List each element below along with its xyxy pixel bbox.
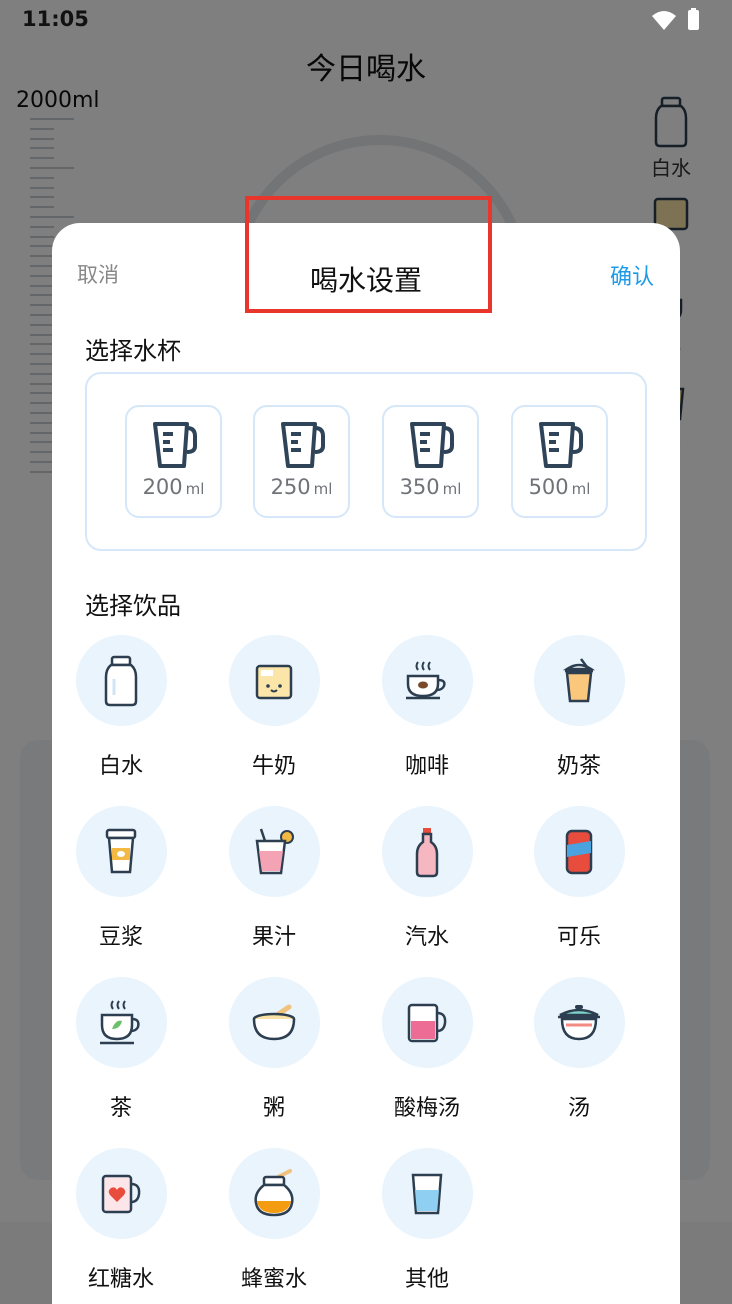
drink-icon-circle — [533, 635, 625, 726]
cup-amount: 250 ml — [255, 475, 348, 499]
drink-icon-circle — [381, 635, 473, 726]
drink-icon-circle — [381, 977, 473, 1068]
drink-name: 其他 — [404, 1267, 449, 1292]
measuring-cup-icon — [152, 422, 197, 468]
drink-option-brown-sugar-water[interactable]: 红糖水 — [56, 1148, 186, 1298]
drink-name: 奶茶 — [556, 754, 601, 779]
drink-option-soda[interactable]: 汽水 — [362, 806, 492, 956]
cup-amount-value: 500 — [528, 475, 569, 499]
title-highlight-box — [245, 196, 492, 313]
cancel-button[interactable]: 取消 — [77, 259, 119, 289]
cup-amount-value: 200 — [142, 475, 183, 499]
drink-name: 可乐 — [556, 925, 601, 950]
cup-option-500[interactable]: 500 ml — [511, 405, 608, 518]
drink-option-milk-tea[interactable]: 奶茶 — [514, 635, 644, 785]
status-bar: 11:05 — [0, 0, 732, 40]
drink-option-porridge[interactable]: 粥 — [209, 977, 339, 1127]
drink-icon-circle — [75, 806, 167, 897]
glass-icon — [411, 1173, 443, 1214]
cup-amount: 350 ml — [384, 475, 477, 499]
measuring-cup-icon — [280, 422, 325, 468]
drink-name: 汽水 — [404, 925, 449, 950]
measuring-cup-icon — [538, 422, 583, 468]
soda-bottle-icon — [415, 827, 439, 877]
coffee-cup-icon — [406, 660, 446, 699]
wifi-icon — [652, 11, 676, 30]
porridge-bowl-icon — [252, 1004, 296, 1040]
drink-option-cola[interactable]: 可乐 — [514, 806, 644, 956]
heart-mug-icon — [101, 1174, 141, 1213]
drink-name: 粥 — [262, 1096, 285, 1121]
drink-icon-circle — [381, 1148, 473, 1239]
drink-option-honey-water[interactable]: 蜂蜜水 — [209, 1148, 339, 1298]
plum-drink-mug-icon — [407, 1003, 447, 1042]
drink-name: 白水 — [98, 754, 143, 779]
cup-selector: 200 ml 250 ml 350 ml 500 ml — [85, 372, 647, 551]
cup-option-200[interactable]: 200 ml — [125, 405, 222, 518]
drink-option-juice[interactable]: 果汁 — [209, 806, 339, 956]
drink-option-milk[interactable]: 牛奶 — [209, 635, 339, 785]
drink-icon-circle — [75, 1148, 167, 1239]
soy-milk-cup-icon — [105, 828, 137, 873]
water-bottle-icon — [104, 655, 138, 706]
drink-name: 咖啡 — [404, 754, 449, 779]
drink-section-title: 选择饮品 — [85, 592, 181, 620]
drink-icon-circle — [533, 977, 625, 1068]
drink-icon-circle — [228, 977, 320, 1068]
honey-jar-icon — [254, 1168, 294, 1216]
milk-carton-icon — [255, 664, 293, 699]
status-time: 11:05 — [22, 7, 89, 31]
drink-option-soy-milk[interactable]: 豆浆 — [56, 806, 186, 956]
drink-icon-circle — [533, 806, 625, 897]
cup-amount-unit: ml — [185, 480, 205, 498]
drink-option-coffee[interactable]: 咖啡 — [362, 635, 492, 785]
juice-glass-icon — [255, 828, 294, 874]
drink-icon-circle — [381, 806, 473, 897]
cup-option-350[interactable]: 350 ml — [382, 405, 479, 518]
drink-name: 蜂蜜水 — [240, 1267, 307, 1292]
drink-option-soup[interactable]: 汤 — [514, 977, 644, 1127]
cup-amount-unit: ml — [571, 480, 591, 498]
soup-pot-icon — [558, 1004, 600, 1040]
drink-icon-circle — [75, 635, 167, 726]
drink-settings-dialog: 喝水设置 取消 确认 选择水杯 200 ml 250 ml 350 ml 500 ml … — [52, 223, 680, 1304]
cup-amount: 200 ml — [127, 475, 220, 499]
tea-cup-icon — [100, 999, 140, 1044]
battery-icon — [688, 10, 699, 30]
measuring-cup-icon — [409, 422, 454, 468]
cup-section-title: 选择水杯 — [85, 337, 181, 365]
drink-name: 酸梅汤 — [393, 1096, 460, 1121]
milk-tea-icon — [562, 657, 596, 702]
drink-option-water[interactable]: 白水 — [56, 635, 186, 785]
drink-name: 红糖水 — [87, 1267, 154, 1292]
drink-name: 牛奶 — [251, 754, 296, 779]
drink-name: 汤 — [567, 1096, 590, 1121]
confirm-button[interactable]: 确认 — [610, 259, 654, 291]
cup-amount: 500 ml — [513, 475, 606, 499]
drink-name: 豆浆 — [98, 925, 143, 950]
drink-icon-circle — [228, 1148, 320, 1239]
cola-can-icon — [565, 829, 593, 874]
drink-name: 果汁 — [251, 925, 296, 950]
drink-option-other[interactable]: 其他 — [362, 1148, 492, 1298]
status-icons — [652, 8, 699, 30]
cup-amount-value: 250 — [270, 475, 311, 499]
drink-option-plum-drink[interactable]: 酸梅汤 — [362, 977, 492, 1127]
drink-name: 茶 — [109, 1096, 132, 1121]
cup-amount-unit: ml — [442, 480, 462, 498]
cup-amount-unit: ml — [313, 480, 333, 498]
drink-icon-circle — [75, 977, 167, 1068]
drink-icon-circle — [228, 635, 320, 726]
cup-option-250[interactable]: 250 ml — [253, 405, 350, 518]
drink-option-tea[interactable]: 茶 — [56, 977, 186, 1127]
drink-icon-circle — [228, 806, 320, 897]
cup-amount-value: 350 — [399, 475, 440, 499]
